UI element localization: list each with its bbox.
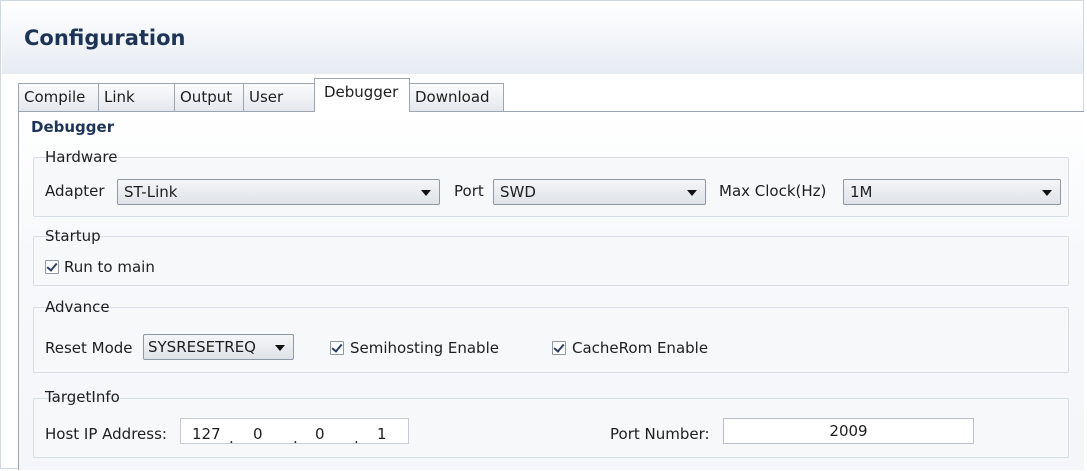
configuration-window: Configuration Compile Link Output User D… [0, 0, 1084, 470]
tab-download[interactable]: Download [409, 83, 504, 111]
chevron-down-icon [687, 190, 697, 196]
header: Configuration [2, 2, 1083, 74]
ip-octet-1[interactable]: 127 [192, 425, 221, 443]
adapter-select[interactable]: ST-Link [117, 179, 440, 205]
checkmark-icon [553, 341, 565, 353]
hardware-legend: Hardware [45, 148, 118, 166]
ip-octet-3[interactable]: 0 [315, 425, 325, 443]
advance-legend: Advance [45, 298, 110, 316]
max-clock-select[interactable]: 1M [843, 179, 1061, 205]
max-clock-label: Max Clock(Hz) [719, 182, 827, 200]
startup-legend: Startup [45, 227, 101, 245]
tab-debugger[interactable]: Debugger [314, 78, 410, 112]
tab-output[interactable]: Output [174, 83, 244, 111]
semihosting-label: Semihosting Enable [350, 339, 499, 357]
chevron-down-icon [275, 345, 285, 351]
targetinfo-legend: TargetInfo [45, 388, 120, 406]
tab-user[interactable]: User [243, 83, 315, 111]
reset-mode-select[interactable]: SYSRESETREQ [143, 334, 294, 360]
run-to-main-checkbox[interactable] [45, 260, 59, 274]
ip-dot-3: . [354, 429, 359, 447]
host-ip-label: Host IP Address: [45, 425, 167, 443]
ip-dot-1: . [229, 429, 234, 447]
tab-compile[interactable]: Compile [18, 83, 99, 111]
page-title: Configuration [24, 26, 186, 50]
port-number-label: Port Number: [610, 425, 710, 443]
reset-mode-label: Reset Mode [45, 339, 133, 357]
adapter-select-value: ST-Link [124, 183, 178, 201]
checkmark-icon [46, 260, 58, 272]
cacherom-label: CacheRom Enable [572, 339, 709, 357]
chevron-down-icon [421, 190, 431, 196]
adapter-label: Adapter [45, 182, 105, 200]
startup-group [33, 236, 1069, 286]
semihosting-checkbox[interactable] [330, 341, 344, 355]
port-select[interactable]: SWD [493, 179, 706, 205]
chevron-down-icon [1042, 190, 1052, 196]
ip-octet-2[interactable]: 0 [253, 425, 263, 443]
port-label: Port [454, 182, 484, 200]
checkmark-icon [331, 341, 343, 353]
port-select-value: SWD [500, 183, 536, 201]
cacherom-checkbox[interactable] [552, 341, 566, 355]
section-title: Debugger [31, 118, 115, 136]
ip-dot-2: . [293, 429, 298, 447]
max-clock-select-value: 1M [850, 183, 873, 201]
run-to-main-label: Run to main [64, 258, 155, 276]
port-number-field[interactable]: 2009 [723, 418, 974, 444]
ip-octet-4[interactable]: 1 [377, 425, 387, 443]
tab-link[interactable]: Link [98, 83, 175, 111]
reset-mode-select-value: SYSRESETREQ [148, 338, 256, 356]
